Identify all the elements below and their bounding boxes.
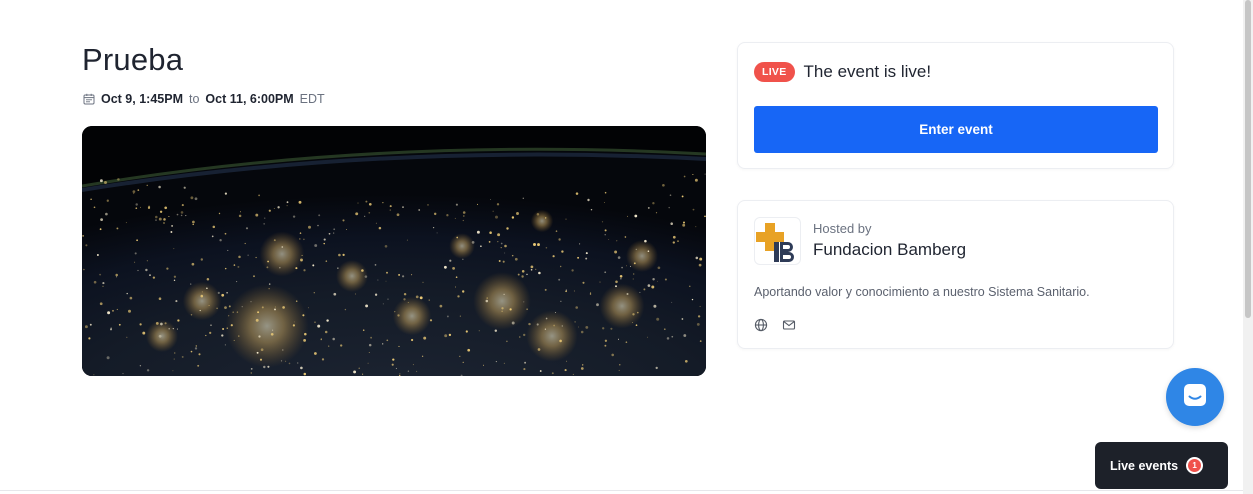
- chat-icon: [1181, 381, 1209, 414]
- globe-icon[interactable]: [754, 318, 768, 332]
- live-badge: LIVE: [754, 62, 795, 82]
- host-logo[interactable]: [754, 217, 801, 265]
- chat-launcher-button[interactable]: [1166, 368, 1224, 426]
- event-banner-image: [82, 126, 706, 376]
- event-title: Prueba: [82, 42, 184, 77]
- live-events-button[interactable]: Live events 1: [1095, 442, 1228, 489]
- end-date: Oct 11, 6:00PM: [205, 92, 294, 106]
- bottom-divider: [0, 490, 1243, 491]
- start-date: Oct 9, 1:45PM: [101, 92, 183, 106]
- hosted-by-label: Hosted by: [813, 221, 872, 236]
- calendar-icon: [83, 93, 95, 105]
- live-status-card: LIVE The event is live! Enter event: [737, 42, 1174, 169]
- live-events-count-badge: 1: [1186, 457, 1204, 474]
- host-description: Aportando valor y conocimiento a nuestro…: [754, 285, 1090, 299]
- timezone: EDT: [299, 92, 325, 106]
- host-name[interactable]: Fundacion Bamberg: [813, 240, 966, 260]
- enter-event-button[interactable]: Enter event: [754, 106, 1158, 153]
- host-card: Hosted by Fundacion Bamberg Aportando va…: [737, 200, 1174, 349]
- live-events-label: Live events: [1110, 458, 1179, 473]
- page-scrollbar[interactable]: [1243, 0, 1253, 494]
- scrollbar-thumb[interactable]: [1245, 0, 1251, 318]
- live-status-text: The event is live!: [803, 62, 932, 81]
- event-dates: Oct 9, 1:45PM to Oct 11, 6:00PM EDT: [83, 92, 325, 106]
- mail-icon[interactable]: [782, 318, 796, 332]
- host-links: [754, 318, 796, 332]
- event-page: Prueba Oct 9, 1:45PM to Oct 11, 6:00PM E…: [0, 0, 1243, 494]
- live-status-row: LIVE The event is live!: [754, 62, 931, 82]
- date-separator: to: [188, 92, 200, 106]
